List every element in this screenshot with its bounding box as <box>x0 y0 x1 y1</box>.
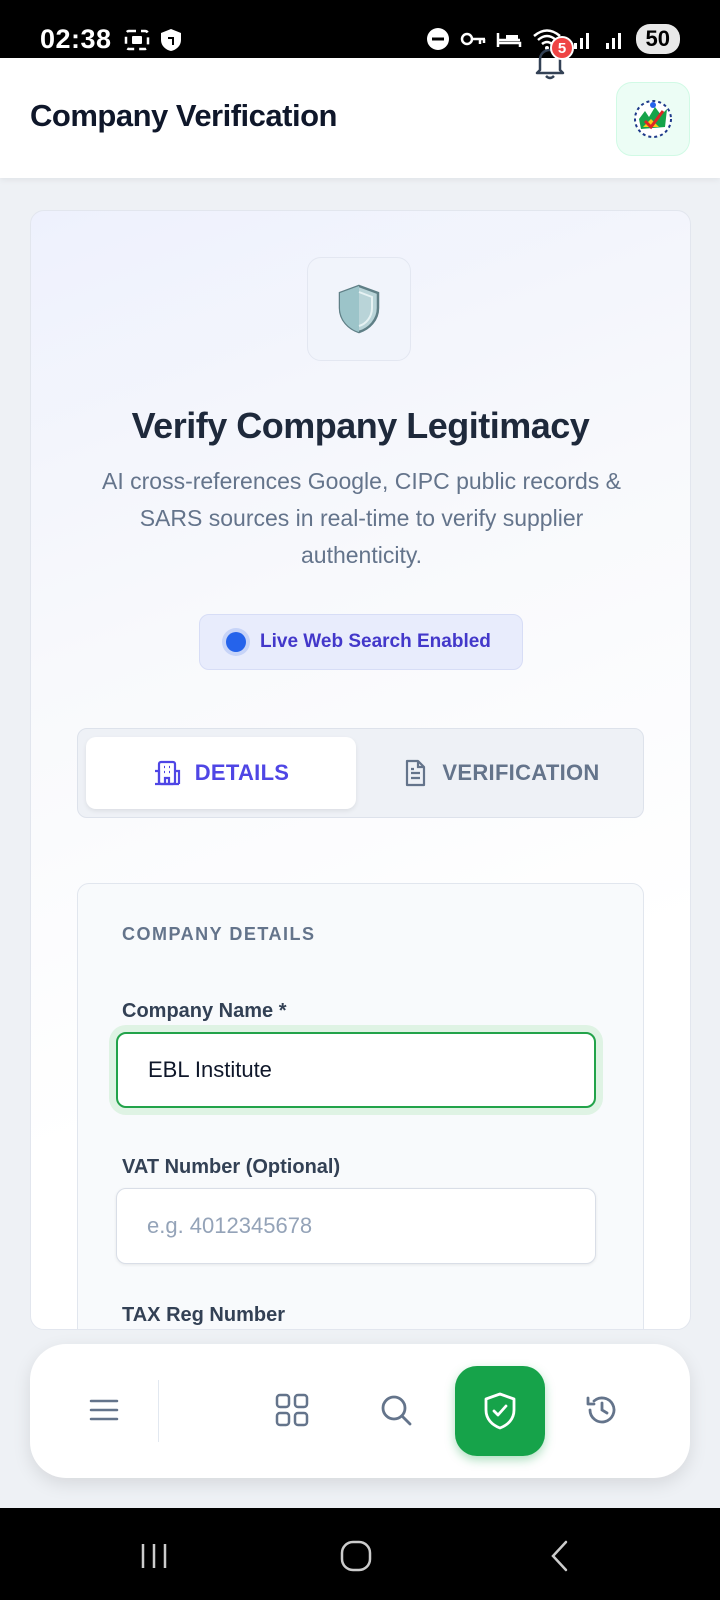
nav-menu[interactable] <box>84 1390 124 1430</box>
verification-card: Verify Company Legitimacy AI cross-refer… <box>30 210 691 1330</box>
live-search-badge: Live Web Search Enabled <box>199 614 523 670</box>
shield-icon <box>338 284 380 334</box>
vat-number-input[interactable] <box>116 1188 596 1264</box>
document-icon <box>406 759 426 787</box>
app-logo[interactable] <box>616 82 690 156</box>
dnd-icon <box>426 28 449 50</box>
recents-button[interactable] <box>134 1536 174 1576</box>
menu-icon <box>89 1399 119 1421</box>
tab-verification[interactable]: VERIFICATION <box>366 737 636 809</box>
grid-icon <box>275 1393 309 1427</box>
tab-verification-label: VERIFICATION <box>442 760 600 785</box>
tab-bar: DETAILS VERIFICATION <box>77 728 644 818</box>
nav-history[interactable] <box>582 1390 622 1430</box>
key-icon <box>460 32 485 46</box>
tax-reg-label: TAX Reg Number <box>122 1304 285 1326</box>
live-indicator-icon <box>226 632 246 652</box>
nav-verify[interactable] <box>455 1366 545 1456</box>
back-icon <box>551 1540 568 1572</box>
app-header: Company Verification <box>0 58 720 178</box>
shield-tile <box>307 257 411 361</box>
company-details-form: COMPANY DETAILS Company Name * VAT Numbe… <box>77 883 644 1329</box>
bottom-nav <box>30 1344 690 1478</box>
recents-icon <box>141 1544 167 1568</box>
tab-details[interactable]: DETAILS <box>86 737 356 809</box>
tab-details-label: DETAILS <box>194 760 290 785</box>
nav-divider <box>158 1380 159 1442</box>
live-search-label: Live Web Search Enabled <box>260 631 491 652</box>
hero-description: AI cross-references Google, CIPC public … <box>102 468 621 568</box>
search-icon <box>381 1395 412 1426</box>
screenshot-icon <box>124 29 150 51</box>
company-name-input[interactable] <box>116 1032 596 1108</box>
home-button[interactable] <box>336 1536 376 1576</box>
home-icon <box>340 1540 372 1572</box>
section-label: COMPANY DETAILS <box>122 924 316 944</box>
status-bar: 02:38 50 <box>0 0 720 58</box>
signal-icon <box>605 33 621 49</box>
building-icon <box>154 760 180 786</box>
back-button[interactable] <box>540 1536 580 1576</box>
status-time: 02:38 <box>40 24 112 54</box>
notification-badge: 5 <box>550 36 574 60</box>
page-title: Company Verification <box>30 98 337 133</box>
history-icon <box>586 1396 616 1424</box>
company-name-label: Company Name * <box>122 1000 287 1022</box>
vpn-shield-icon <box>161 29 181 51</box>
battery-level: 50 <box>635 24 680 54</box>
hero-title: Verify Company Legitimacy <box>131 405 590 446</box>
nav-dashboard[interactable] <box>272 1390 312 1430</box>
nav-search[interactable] <box>376 1390 416 1430</box>
bed-icon <box>496 33 521 47</box>
vat-number-label: VAT Number (Optional) <box>122 1156 341 1178</box>
signal-icon <box>573 33 589 49</box>
shield-check-icon <box>484 1392 516 1430</box>
system-nav-bar <box>0 1508 720 1600</box>
sa-government-logo-icon <box>634 100 672 138</box>
